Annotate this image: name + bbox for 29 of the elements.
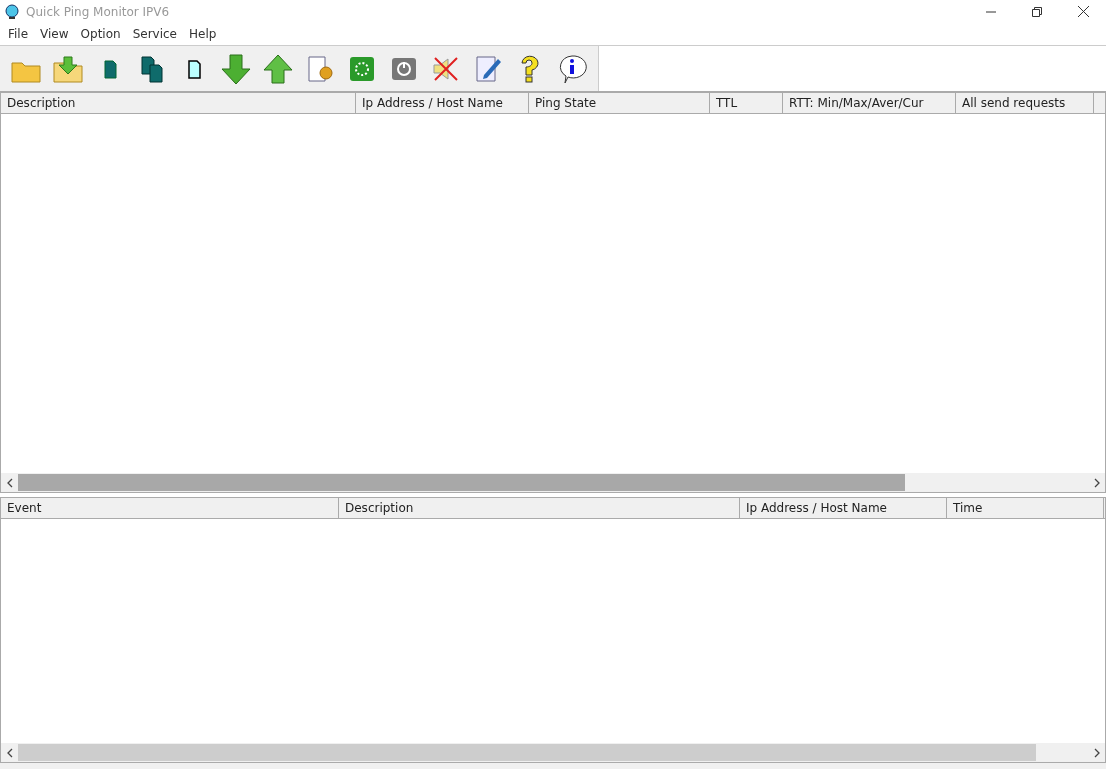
column-header[interactable]: Description — [1, 93, 356, 113]
scrollbar-thumb[interactable] — [18, 474, 905, 491]
column-header[interactable]: Time — [947, 498, 1104, 518]
column-header[interactable]: All send requests — [956, 93, 1094, 113]
column-header[interactable]: RTT: Min/Max/Aver/Cur — [783, 93, 956, 113]
menu-item[interactable]: Option — [74, 27, 127, 41]
restore-icon — [1032, 6, 1042, 17]
scrollbar-thumb[interactable] — [18, 744, 1036, 761]
close-icon — [1077, 6, 1089, 17]
column-header[interactable]: Ip Address / Host Name — [740, 498, 947, 518]
column-header[interactable]: Description — [339, 498, 740, 518]
column-header[interactable]: TTL — [710, 93, 783, 113]
window-title: Quick Ping Monitor IPV6 — [26, 4, 171, 19]
scroll-right-icon[interactable] — [1093, 747, 1100, 758]
horizontal-scrollbar[interactable] — [1, 743, 1105, 762]
down-arrow-icon — [220, 52, 252, 85]
scroll-left-icon[interactable] — [6, 747, 13, 758]
horizontal-scrollbar[interactable] — [1, 473, 1105, 492]
scroll-right-icon[interactable] — [1093, 477, 1100, 488]
minimize-icon — [986, 10, 996, 13]
menu-item[interactable]: File — [2, 27, 35, 41]
up-arrow-icon — [262, 52, 294, 85]
menu-item[interactable]: View — [34, 27, 75, 41]
menu-item[interactable]: Service — [126, 27, 183, 41]
column-header[interactable]: Event — [1, 498, 339, 518]
scroll-left-icon[interactable] — [6, 477, 13, 488]
menu-item[interactable]: Help — [183, 27, 223, 41]
column-header[interactable]: Ip Address / Host Name — [356, 93, 529, 113]
column-header[interactable]: Ping State — [529, 93, 710, 113]
